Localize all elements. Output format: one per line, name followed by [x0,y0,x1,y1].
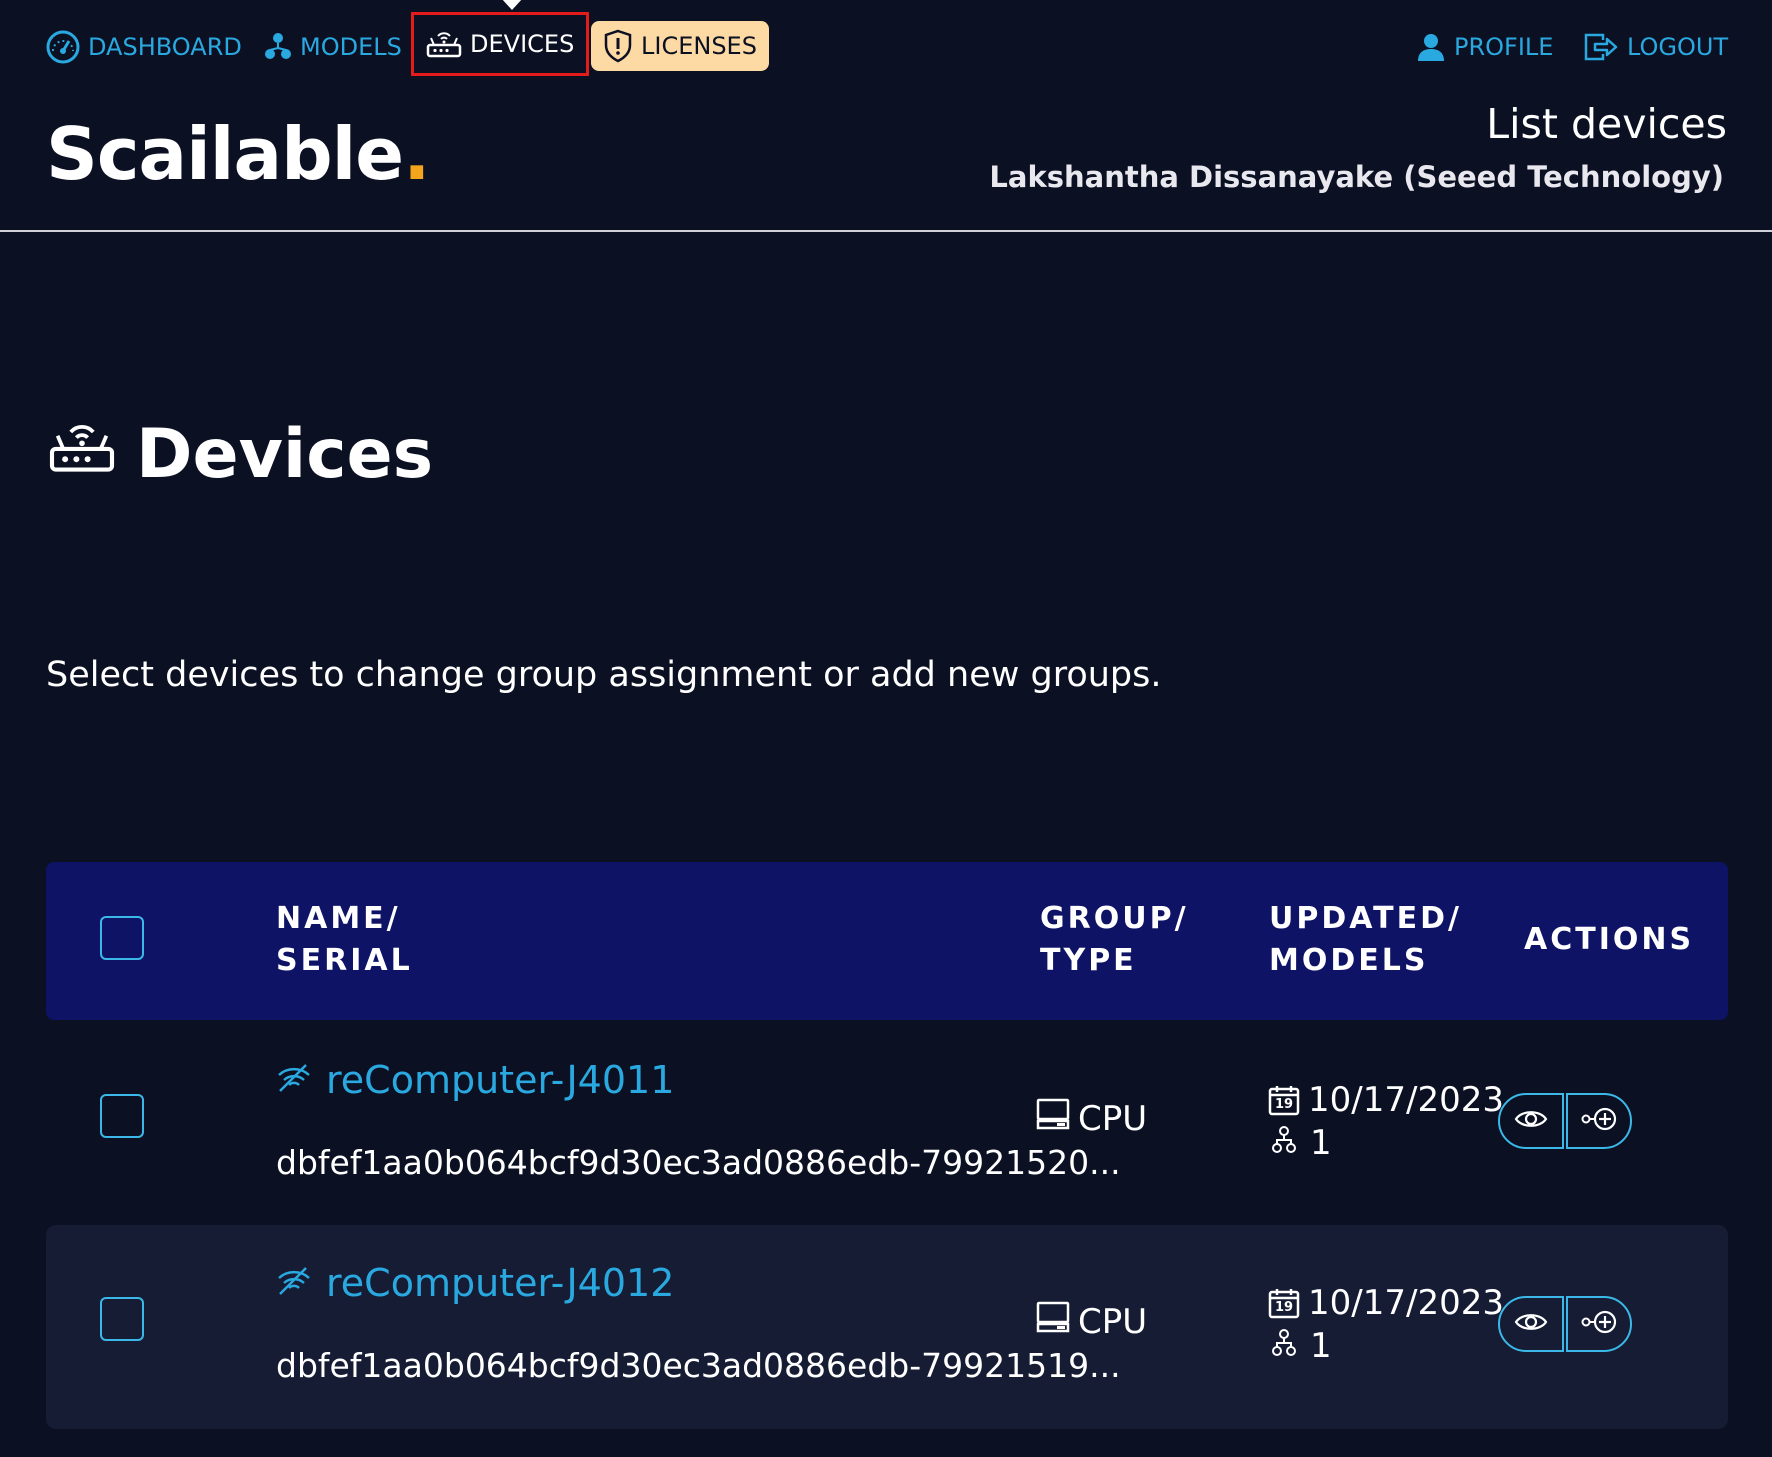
wifi-off-icon [276,1261,312,1305]
device-type-label: CPU [1078,1098,1148,1139]
page-title-text: Devices [136,415,434,494]
page-title: Devices [46,415,433,494]
device-models-count: 1 [1310,1123,1332,1163]
nav-logout-label: LOGOUT [1627,33,1729,61]
column-updated-line2: MODELS [1269,943,1429,978]
table-row: reComputer-J4011 dbfef1aa0b064bcf9d30ec3… [46,1022,1728,1226]
column-name-line2: SERIAL [276,943,413,978]
calendar-icon: 19 [1268,1287,1300,1319]
column-updated-models[interactable]: UPDATED/ MODELS [1269,898,1462,982]
select-all-checkbox[interactable] [100,916,144,960]
nav-dashboard-label: DASHBOARD [88,33,242,61]
instructions-text: Select devices to change group assignmen… [46,655,1162,695]
device-updated-date: 10/17/2023 [1308,1283,1504,1323]
device-updated: 19 10/17/2023 [1268,1283,1504,1323]
device-models-count: 1 [1310,1326,1332,1366]
computer-icon [1036,1098,1070,1139]
shield-icon [603,29,633,63]
device-name-link[interactable]: reComputer-J4011 [276,1058,674,1102]
model-tree-icon [264,32,292,62]
add-model-icon [1581,1106,1617,1136]
model-tree-icon [1272,1326,1296,1366]
row-checkbox[interactable] [100,1297,144,1341]
nav-licenses[interactable]: LICENSES [591,21,769,71]
logout-icon [1583,32,1619,62]
add-model-icon [1581,1309,1617,1339]
device-updated: 19 10/17/2023 [1268,1080,1504,1120]
speedometer-icon [46,30,80,64]
device-models: 1 [1272,1326,1332,1366]
device-serial: dbfef1aa0b064bcf9d30ec3ad0886edb-7992151… [276,1346,1121,1385]
calendar-icon-day: 19 [1274,1097,1294,1112]
column-name-line1: NAME/ [276,901,401,936]
nav-logout[interactable]: LOGOUT [1583,22,1728,72]
row-checkbox[interactable] [100,1094,144,1138]
header-divider [0,230,1772,232]
column-updated-line1: UPDATED/ [1269,901,1462,936]
table-row: reComputer-J4012 dbfef1aa0b064bcf9d30ec3… [46,1225,1728,1429]
row-actions [1498,1296,1632,1352]
nav-devices-label: DEVICES [470,30,575,58]
user-icon [1416,32,1446,62]
device-type: CPU [1036,1098,1147,1139]
column-name-serial[interactable]: NAME/ SERIAL [276,898,413,982]
nav-profile[interactable]: PROFILE [1416,22,1553,72]
device-models: 1 [1272,1123,1332,1163]
device-name: reComputer-J4011 [326,1058,675,1102]
brand-dot: . [403,112,430,196]
nav-profile-label: PROFILE [1454,33,1554,61]
brand-name: Scailable [46,112,404,196]
view-device-button[interactable] [1498,1296,1564,1352]
eye-icon [1514,1108,1548,1134]
calendar-icon: 19 [1268,1084,1300,1116]
router-icon [426,28,462,60]
assign-model-button[interactable] [1566,1093,1632,1149]
device-name-link[interactable]: reComputer-J4012 [276,1261,674,1305]
column-group-line2: TYPE [1040,943,1137,978]
view-device-button[interactable] [1498,1093,1564,1149]
table-header: NAME/ SERIAL GROUP/ TYPE UPDATED/ MODELS… [46,862,1728,1020]
computer-icon [1036,1301,1070,1342]
brand-logo[interactable]: Scailable. [46,112,430,196]
device-name: reComputer-J4012 [326,1261,675,1305]
device-type: CPU [1036,1301,1147,1342]
router-icon [46,415,118,494]
assign-model-button[interactable] [1566,1296,1632,1352]
nav-models-label: MODELS [300,33,402,61]
nav-models[interactable]: MODELS [264,22,402,72]
device-type-label: CPU [1078,1301,1148,1342]
page-heading: List devices [1486,100,1727,148]
eye-icon [1514,1311,1548,1337]
nav-dashboard[interactable]: DASHBOARD [46,22,242,72]
device-serial: dbfef1aa0b064bcf9d30ec3ad0886edb-7992152… [276,1143,1121,1182]
column-group-type[interactable]: GROUP/ TYPE [1040,898,1189,982]
wifi-off-icon [276,1058,312,1102]
user-organization: Lakshantha Dissanayake (Seeed Technology… [989,160,1724,194]
device-updated-date: 10/17/2023 [1308,1080,1504,1120]
column-group-line1: GROUP/ [1040,901,1189,936]
active-nav-caret [501,0,523,10]
top-nav: DASHBOARD MODELS DEVICES LICENSES PROFIL… [0,0,1772,90]
nav-licenses-label: LICENSES [641,32,757,60]
nav-devices[interactable]: DEVICES [411,12,590,76]
row-actions [1498,1093,1632,1149]
model-tree-icon [1272,1123,1296,1163]
column-actions: ACTIONS [1524,922,1695,957]
calendar-icon-day: 19 [1274,1300,1294,1315]
